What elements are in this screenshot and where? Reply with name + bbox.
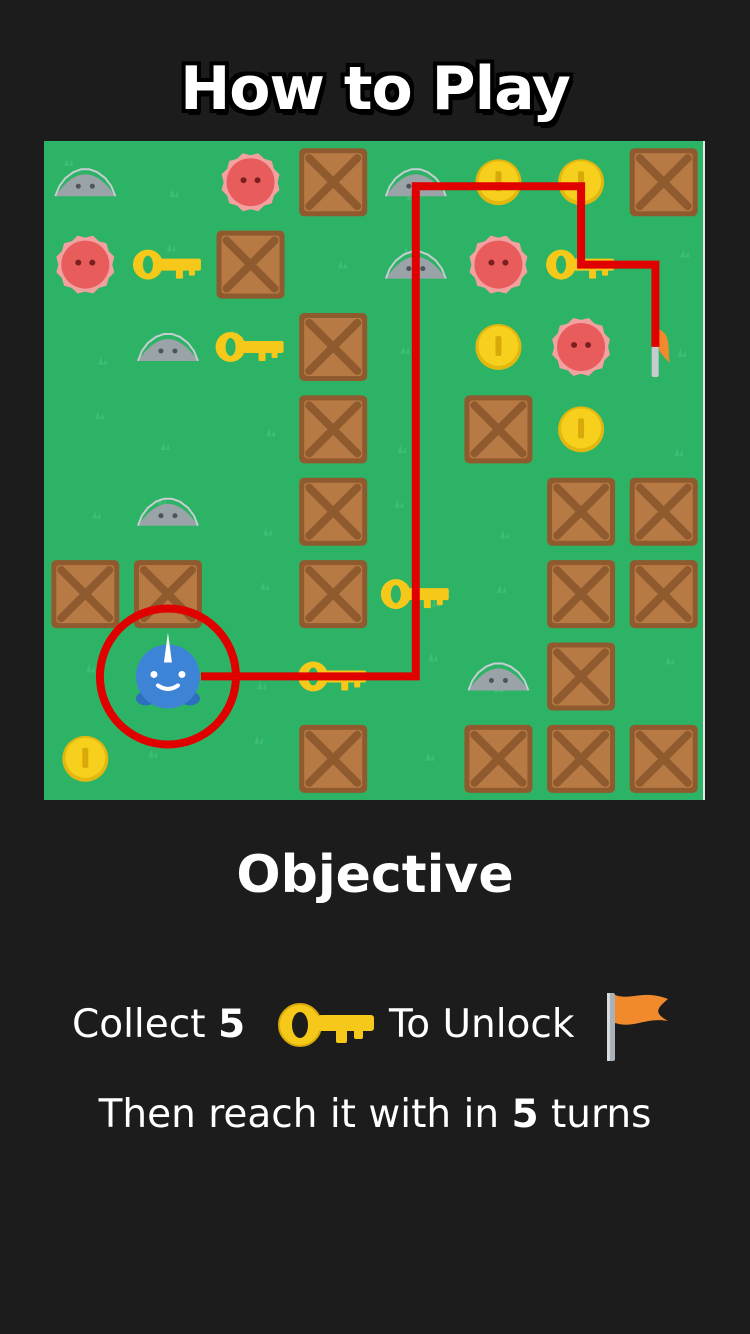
crate-tile	[299, 724, 368, 793]
crate-tile	[547, 477, 616, 546]
turns-prefix: Then reach it with in	[98, 1092, 500, 1137]
player-tile[interactable]	[135, 632, 200, 709]
crate-tile	[216, 230, 285, 299]
flag-icon	[602, 987, 674, 1091]
key-count: 5	[218, 1002, 246, 1047]
coin-tile	[475, 323, 522, 370]
turns-suffix: turns	[551, 1092, 652, 1137]
crate-tile	[464, 395, 533, 464]
crate-tile	[547, 642, 616, 711]
crate-tile	[547, 724, 616, 793]
crate-tile	[51, 560, 120, 629]
objective-line-turns: Then reach it with in 5 turns	[0, 1085, 750, 1145]
crate-tile	[299, 477, 368, 546]
crate-tile	[299, 148, 368, 217]
rock-tile	[467, 662, 530, 691]
crate-tile	[629, 724, 698, 793]
rock-tile	[137, 497, 199, 527]
objective-line-collect: Collect 5 To Unlock	[72, 985, 692, 1065]
blob-tile	[469, 235, 528, 294]
game-board[interactable]	[44, 141, 705, 800]
coin-tile	[558, 406, 605, 453]
crate-tile	[629, 477, 698, 546]
crate-tile	[629, 148, 698, 217]
board-canvas	[51, 148, 698, 793]
coin-tile	[475, 159, 522, 206]
crate-tile	[464, 724, 533, 793]
coin-tile	[62, 735, 109, 782]
to-unlock-label: To Unlock	[389, 1002, 575, 1047]
key-tile	[132, 249, 201, 280]
crate-tile	[133, 560, 202, 629]
crate-tile	[299, 560, 368, 629]
key-tile	[215, 331, 284, 362]
crate-tile	[299, 312, 368, 381]
collect-label: Collect	[72, 1002, 206, 1047]
turn-count: 5	[511, 1092, 539, 1137]
crate-tile	[299, 395, 368, 464]
blob-tile	[56, 235, 115, 294]
blob-tile	[552, 318, 610, 376]
key-icon	[274, 993, 376, 1085]
blob-tile	[221, 153, 280, 212]
crate-tile	[629, 560, 698, 629]
objective-heading: Objective	[236, 845, 514, 905]
page-title: How to Play	[180, 54, 571, 124]
rock-tile	[54, 168, 117, 197]
rock-tile	[137, 332, 199, 362]
crate-tile	[547, 560, 616, 629]
